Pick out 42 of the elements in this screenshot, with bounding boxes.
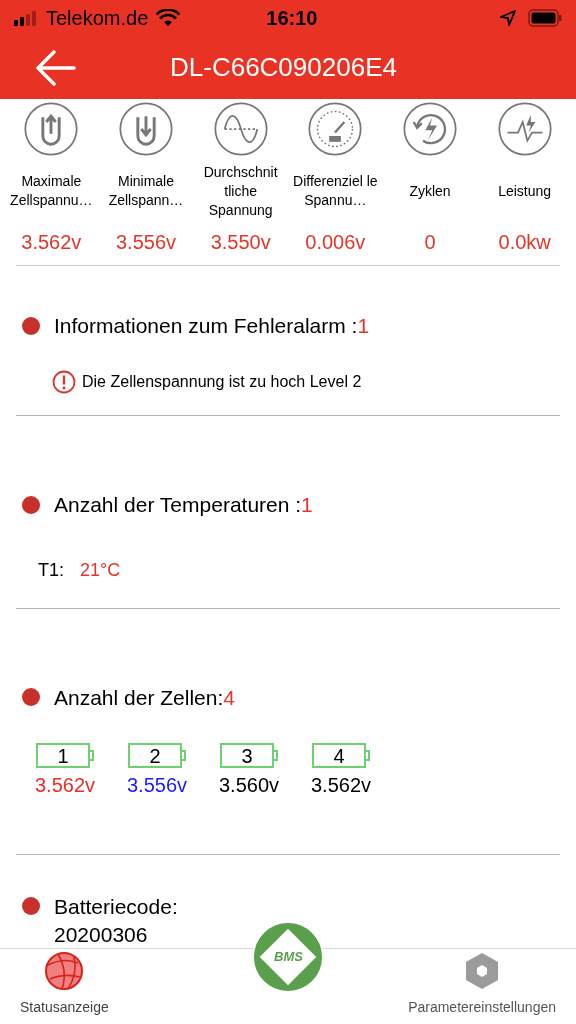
cycles-gauge-icon — [402, 101, 458, 157]
clock-time: 16:10 — [266, 6, 318, 31]
max-gauge-icon — [23, 101, 80, 157]
temperature-label: T1: — [38, 558, 64, 582]
battery-icon — [528, 9, 562, 27]
carrier-name: Telekom.de — [46, 6, 149, 31]
device-title: DL-C66C090206E4 — [170, 51, 397, 84]
cell-voltage: 3.556v — [126, 773, 188, 799]
section-title: Batteriecode: — [54, 893, 178, 920]
battery-code: 20200306 — [54, 922, 149, 948]
back-arrow-icon — [34, 48, 76, 87]
cell-voltage: 3.562v — [310, 773, 372, 799]
metric-value: 0 — [424, 230, 436, 255]
metric-value: 3.556v — [115, 230, 176, 255]
metric-value: 0.006v — [305, 230, 366, 255]
section-title: Informationen zum Fehleralarm :1 — [54, 313, 370, 339]
metric-value: 0.0kw — [498, 230, 551, 255]
metric-value: 3.550v — [210, 230, 271, 255]
avg-gauge-icon — [212, 101, 269, 157]
section-title: Anzahl der Temperaturen :1 — [54, 492, 313, 519]
cell-voltage: 3.560v — [218, 773, 280, 799]
tab-bar-item[interactable]: Parametereinstellungen — [408, 951, 556, 1018]
back-button[interactable] — [34, 47, 76, 88]
metric-value: 3.562v — [21, 230, 82, 255]
power-gauge-icon — [496, 101, 553, 157]
alert-icon — [52, 369, 76, 394]
metric-label: Maximale Zellspannu… — [9, 172, 94, 210]
metric-label: Differenziel le Spannu… — [292, 172, 379, 210]
metric-label: Durchschnit tliche Spannung — [202, 163, 279, 219]
min-gauge-icon — [118, 101, 174, 157]
alarm-message: Die Zellenspannung ist zu hoch Level 2 — [82, 371, 362, 392]
wifi-icon — [156, 9, 181, 27]
metric-label: Minimale Zellspann… — [107, 172, 185, 210]
metric-label: Leistung — [497, 181, 553, 201]
cell-voltage: 3.562v — [34, 773, 96, 799]
temperature-value: 21°C — [80, 558, 121, 582]
globe-icon — [44, 951, 85, 991]
metric-label: Zyklen — [408, 181, 452, 201]
location-arrow-icon — [500, 10, 516, 26]
tab-bar-item[interactable]: Statusanzeige — [20, 951, 109, 1018]
diff-gauge-icon — [307, 101, 364, 157]
section-title: Anzahl der Zellen:4 — [54, 684, 235, 711]
